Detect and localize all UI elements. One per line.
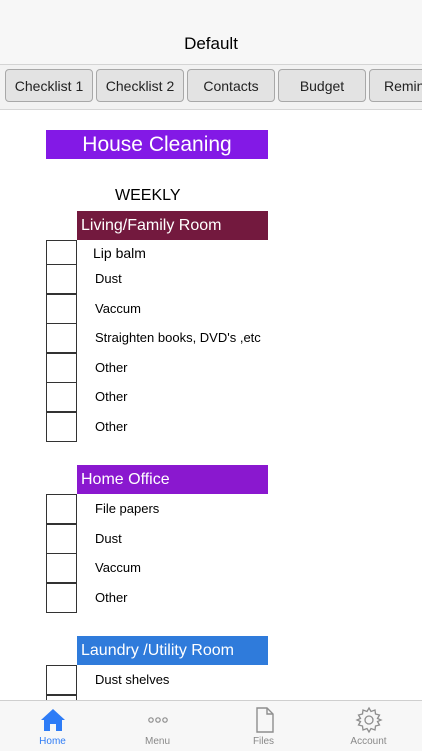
bottom-tab-files[interactable]: Files <box>211 701 316 751</box>
checkbox[interactable] <box>46 553 77 583</box>
bottom-tab-menu[interactable]: Menu <box>105 701 210 751</box>
list-item: File papers <box>46 494 346 524</box>
checkbox[interactable] <box>46 264 77 294</box>
list-item: Other <box>46 583 346 613</box>
list-item: Dust shelves <box>46 665 346 695</box>
checkbox[interactable] <box>46 294 77 324</box>
item-label: Dust shelves <box>95 672 170 687</box>
checkbox[interactable] <box>46 583 77 613</box>
item-label: Lip balm <box>93 245 146 261</box>
checkbox[interactable] <box>46 494 77 524</box>
tab-checklist-1[interactable]: Checklist 1 <box>5 69 93 102</box>
checkbox[interactable] <box>46 524 77 554</box>
tab-budget[interactable]: Budget <box>278 69 366 102</box>
item-label: Dust <box>95 531 122 546</box>
checkbox[interactable] <box>46 412 77 442</box>
checklist-tab-strip[interactable]: Checklist 1 Checklist 2 Contacts Budget … <box>0 65 422 110</box>
bottom-tab-label: Account <box>350 736 387 747</box>
item-label: Other <box>95 419 128 434</box>
list-item: Other <box>46 353 346 383</box>
section-header-laundry-room: Laundry /Utility Room <box>77 636 268 665</box>
bottom-tab-label: Files <box>252 736 275 747</box>
item-label: Vaccum <box>95 301 141 316</box>
more-dots-icon <box>147 717 168 723</box>
checkbox[interactable] <box>46 382 77 412</box>
document-icon <box>255 707 274 733</box>
item-label: Other <box>95 360 128 375</box>
list-item: Vaccum <box>46 553 346 583</box>
frequency-label: WEEKLY <box>115 187 181 204</box>
tab-checklist-2[interactable]: Checklist 2 <box>96 69 184 102</box>
list-item: Vaccum <box>46 294 346 324</box>
item-label: File papers <box>95 501 160 516</box>
list-item: Dust <box>46 264 346 294</box>
item-label: Other <box>95 590 128 605</box>
item-label: Straighten books, DVD's ,etc <box>95 330 261 345</box>
item-label: Dust <box>95 271 122 286</box>
list-item: Dust <box>46 524 346 554</box>
checkbox[interactable] <box>46 323 77 353</box>
page-title: House Cleaning <box>46 130 268 159</box>
tab-reminders[interactable]: Reminders <box>369 69 422 102</box>
nav-title: Default <box>184 34 238 53</box>
bottom-tab-bar: Home Menu Files Account <box>0 700 422 751</box>
item-label: Vaccum <box>95 560 141 575</box>
list-item: Straighten books, DVD's ,etc <box>46 323 346 353</box>
section-header-living-room: Living/Family Room <box>77 211 268 240</box>
checklist-content[interactable]: House Cleaning WEEKLY Living/Family Room… <box>0 110 422 700</box>
checkbox[interactable] <box>46 665 77 695</box>
item-label: Other <box>95 389 128 404</box>
bottom-tab-label: Menu <box>144 736 170 747</box>
checkbox[interactable] <box>46 353 77 383</box>
list-item: Other <box>46 382 346 412</box>
section-header-home-office: Home Office <box>77 465 268 494</box>
bottom-tab-label: Home <box>39 736 66 747</box>
bottom-tab-account[interactable]: Account <box>316 701 421 751</box>
bottom-tab-home[interactable]: Home <box>0 701 105 751</box>
home-icon <box>40 709 65 731</box>
tab-contacts[interactable]: Contacts <box>187 69 275 102</box>
navigation-bar: Default <box>0 0 422 65</box>
gear-icon <box>354 706 383 734</box>
list-item: Other <box>46 412 346 442</box>
